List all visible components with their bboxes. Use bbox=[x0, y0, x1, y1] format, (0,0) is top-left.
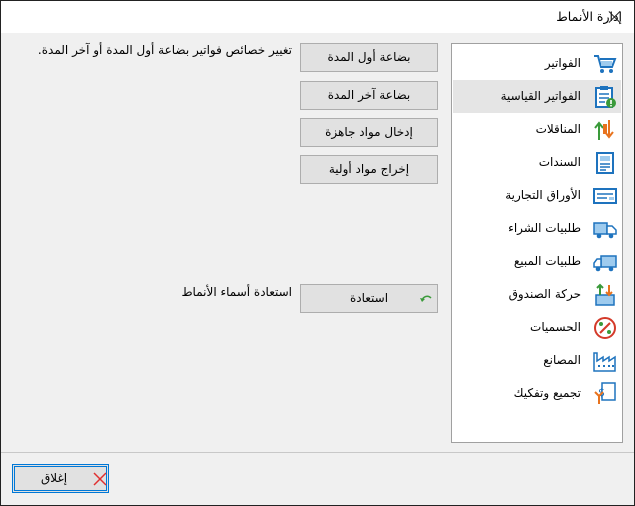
opening-goods-button[interactable]: بضاعة أول المدة bbox=[300, 43, 438, 72]
sidebar-item-label: المصانع bbox=[543, 353, 581, 367]
assembly-icon: $ bbox=[594, 382, 616, 404]
close-button[interactable]: إغلاق bbox=[12, 464, 109, 493]
cart-icon bbox=[594, 55, 617, 73]
sidebar-item-factories[interactable]: المصانع bbox=[453, 344, 621, 377]
undo-arrow-icon bbox=[420, 295, 432, 302]
factory-icon bbox=[593, 352, 616, 372]
sidebar-item-vouchers[interactable]: السندات bbox=[453, 146, 621, 179]
restore-button[interactable]: استعادة bbox=[300, 284, 438, 313]
sidebar-item-label: حركة الصندوق bbox=[508, 287, 581, 301]
sidebar-item-purchase-orders[interactable]: طلبيات الشراء bbox=[453, 212, 621, 245]
title-bar: إدارة الأنماط bbox=[1, 1, 634, 33]
discount-icon bbox=[594, 317, 616, 339]
close-icon[interactable] bbox=[607, 9, 623, 25]
description-label: تغيير خصائص فواتير بضاعة أول المدة أو آخ… bbox=[37, 43, 292, 57]
sidebar-item-discounts[interactable]: الحسميات bbox=[453, 311, 621, 344]
sidebar-item-label: الحسميات bbox=[530, 320, 581, 334]
purchase-truck-icon bbox=[593, 222, 617, 239]
sidebar-item-invoices[interactable]: الفواتير bbox=[453, 47, 621, 80]
red-x-icon bbox=[93, 472, 107, 486]
sidebar-item-label: طلبيات المبيع bbox=[513, 254, 581, 268]
sales-truck-icon bbox=[593, 255, 617, 272]
sidebar-item-label: السندات bbox=[538, 155, 581, 169]
sidebar-item-label: المناقلات bbox=[535, 122, 581, 136]
sidebar-item-assembly[interactable]: $ تجميع وتفكيك bbox=[453, 377, 621, 410]
pattern-category-list[interactable]: الفواتير الفواتير القياسية المناقلات الس… bbox=[451, 43, 623, 443]
sidebar-item-cash-movement[interactable]: حركة الصندوق bbox=[453, 278, 621, 311]
sidebar-item-transfers[interactable]: المناقلات bbox=[453, 113, 621, 146]
close-button-label: إغلاق bbox=[41, 471, 68, 485]
closing-goods-button[interactable]: بضاعة آخر المدة bbox=[300, 81, 438, 110]
sidebar-item-sales-orders[interactable]: طلبيات المبيع bbox=[453, 245, 621, 278]
sidebar-item-commercial-papers[interactable]: الأوراق التجارية bbox=[453, 179, 621, 212]
sidebar-item-label: طلبيات الشراء bbox=[508, 221, 581, 235]
clipboard-icon bbox=[595, 86, 616, 108]
enter-ready-materials-button[interactable]: إدخال مواد جاهزة bbox=[300, 118, 438, 147]
restore-button-label: استعادة bbox=[349, 291, 389, 305]
dialog-window: إدارة الأنماط الفواتير الفواتير القياسية… bbox=[0, 0, 635, 506]
restore-label: استعادة أسماء الأنماط bbox=[181, 285, 292, 299]
transfer-icon bbox=[594, 120, 614, 140]
output-raw-materials-button[interactable]: إخراج مواد أولية bbox=[300, 155, 438, 184]
footer-divider bbox=[1, 452, 634, 453]
sidebar-item-label: الفواتير القياسية bbox=[500, 89, 581, 103]
sidebar-item-label: الأوراق التجارية bbox=[505, 188, 581, 202]
cheque-icon bbox=[593, 188, 617, 204]
voucher-icon bbox=[596, 152, 614, 174]
cashbox-icon bbox=[595, 283, 615, 306]
sidebar-item-label: تجميع وتفكيك bbox=[513, 386, 581, 400]
sidebar-item-label: الفواتير bbox=[544, 56, 581, 70]
sidebar-item-standard-invoices[interactable]: الفواتير القياسية bbox=[453, 80, 621, 113]
